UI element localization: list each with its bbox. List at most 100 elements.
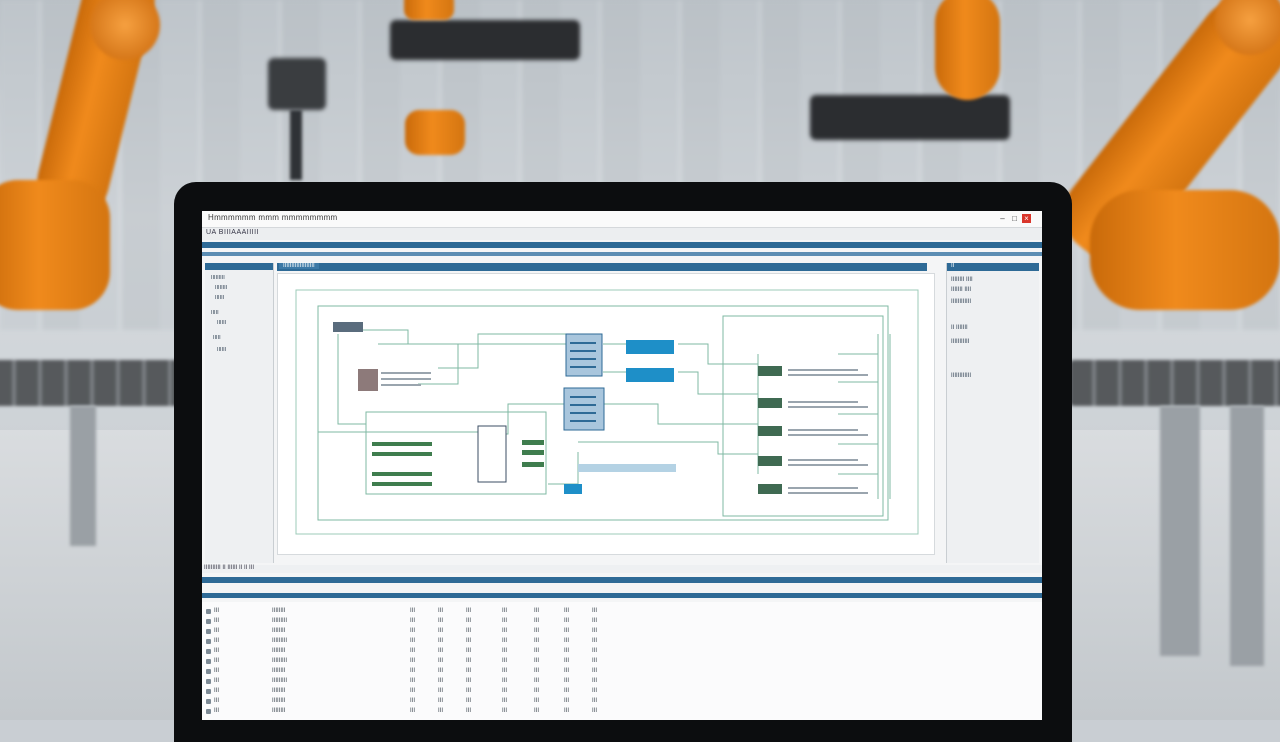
table-row[interactable]: III IIIIIIIII III III III III III III III [202, 678, 1042, 687]
table-cell: III [466, 638, 472, 644]
block-pin [570, 358, 596, 360]
table-cell: III [466, 688, 472, 694]
diagram-subgroup [722, 315, 884, 517]
table-row[interactable]: III IIIIIIII III III III III III III III [202, 648, 1042, 657]
table-cell: III [466, 668, 472, 674]
table-cell: III [564, 658, 570, 664]
table-cell: III [466, 628, 472, 634]
table-cell: III [502, 648, 508, 654]
table-row[interactable]: III IIIIIIII III III III III III III III [202, 698, 1042, 707]
connector-line [678, 343, 758, 365]
table-row[interactable]: III IIIIIIII III III III III III III III [202, 688, 1042, 697]
table-cell: III [410, 698, 416, 704]
table-cell: III [438, 648, 444, 654]
rung-label [788, 492, 868, 494]
table-cell: IIIIIIIII [272, 638, 288, 644]
table-row[interactable]: III IIIIIIII III III III III III III III [202, 668, 1042, 677]
table-cell: III [534, 638, 540, 644]
table-cell: III [410, 638, 416, 644]
table-cell: III [564, 618, 570, 624]
row-status-icon [206, 639, 211, 644]
table-row[interactable]: III IIIIIIIII III III III III III III III [202, 658, 1042, 667]
table-cell: III [592, 618, 598, 624]
robot-arm-right [1090, 190, 1280, 310]
table-cell: IIIIIIII [272, 688, 286, 694]
tree-item[interactable]: IIIII [211, 310, 219, 316]
tree-item[interactable]: IIIIII [217, 347, 226, 353]
table-cell: III [214, 668, 220, 674]
table-cell: III [438, 698, 444, 704]
table-cell: III [438, 688, 444, 694]
rung-label [788, 464, 868, 466]
property-item[interactable]: IIIIIIIIIII [951, 339, 969, 345]
table-cell: III [438, 678, 444, 684]
logic-diagram-canvas[interactable] [277, 273, 935, 555]
table-cell: III [564, 608, 570, 614]
row-status-icon [206, 619, 211, 624]
connector-line [548, 452, 579, 485]
table-cell: III [564, 708, 570, 714]
minimize-icon[interactable]: – [998, 214, 1007, 223]
table-row[interactable]: III IIIIIIIII III III III III III III III [202, 638, 1042, 647]
table-row[interactable]: III IIIIIIII III III III III III III III [202, 708, 1042, 717]
block-pin [381, 384, 421, 386]
menubar-text[interactable]: UA BIIIAAAIIIII [206, 229, 259, 236]
table-cell: III [410, 608, 416, 614]
function-block [333, 322, 363, 332]
table-cell: IIIIIIIII [272, 618, 288, 624]
row-status-icon [206, 609, 211, 614]
property-item[interactable]: II IIIIIII [951, 325, 968, 331]
signal-tag [372, 452, 432, 456]
rung-label [788, 401, 858, 403]
block-pin [570, 412, 596, 414]
tree-item[interactable]: IIIII [213, 335, 221, 341]
window-titlebar: Hmmmmmm mmm mmmmmmmm – □ × [202, 211, 1042, 228]
table-cell: III [502, 658, 508, 664]
tree-item[interactable]: IIIIII [217, 320, 226, 326]
block-pin [570, 366, 596, 368]
status-bar [578, 464, 676, 472]
bottom-toolbar-text[interactable]: IIIIIIIIII II IIIIII II II III [204, 565, 254, 571]
robot-arm-small [405, 110, 465, 155]
close-icon[interactable]: × [1022, 214, 1031, 223]
properties-panel: II IIIIIIII IIII IIIIIII IIII IIIIIIIIII… [946, 263, 1039, 563]
table-cell: IIIIIIII [272, 698, 286, 704]
table-cell: III [592, 638, 598, 644]
table-cell: III [410, 648, 416, 654]
table-row[interactable]: III IIIIIIII III III III III III III III [202, 608, 1042, 617]
connector-line [438, 333, 578, 369]
robot-arm-right [935, 0, 1000, 100]
rung-label [788, 369, 858, 371]
table-cell: III [466, 658, 472, 664]
table-cell: III [410, 678, 416, 684]
conveyor-leg [1230, 406, 1264, 666]
output-block [626, 368, 674, 382]
table-cell: III [534, 688, 540, 694]
row-status-icon [206, 659, 211, 664]
table-cell: III [564, 678, 570, 684]
property-item[interactable]: IIIIIIIIIIII [951, 299, 971, 305]
conveyor-leg [1160, 406, 1200, 656]
variables-table: III IIIIIIII III III III III III III III III IIIII… [202, 602, 1042, 720]
table-cell: III [438, 608, 444, 614]
rung-label [788, 434, 868, 436]
row-status-icon [206, 689, 211, 694]
table-row[interactable]: III IIIIIIIII III III III III III III III [202, 618, 1042, 627]
table-cell: III [466, 648, 472, 654]
function-block [358, 369, 378, 391]
table-cell: III [534, 708, 540, 714]
table-cell: III [564, 628, 570, 634]
rung-label [788, 406, 868, 408]
signal-tag [522, 450, 544, 455]
property-item[interactable]: IIIIIIIIIIII [951, 373, 971, 379]
tree-item[interactable]: IIIIIIIII [211, 275, 225, 281]
restore-icon[interactable]: □ [1010, 214, 1019, 223]
property-item[interactable]: IIIIIII IIII [951, 287, 971, 293]
table-cell: III [466, 698, 472, 704]
editor-tab[interactable]: IIIIIIIIIIIIIIIIIII [279, 263, 319, 269]
tree-item[interactable]: IIIIIIII [215, 285, 227, 291]
property-item[interactable]: IIIIIIII IIII [951, 277, 973, 283]
table-cell: III [534, 658, 540, 664]
tree-item[interactable]: IIIIII [215, 295, 224, 301]
table-row[interactable]: III IIIIIIII III III III III III III III [202, 628, 1042, 637]
